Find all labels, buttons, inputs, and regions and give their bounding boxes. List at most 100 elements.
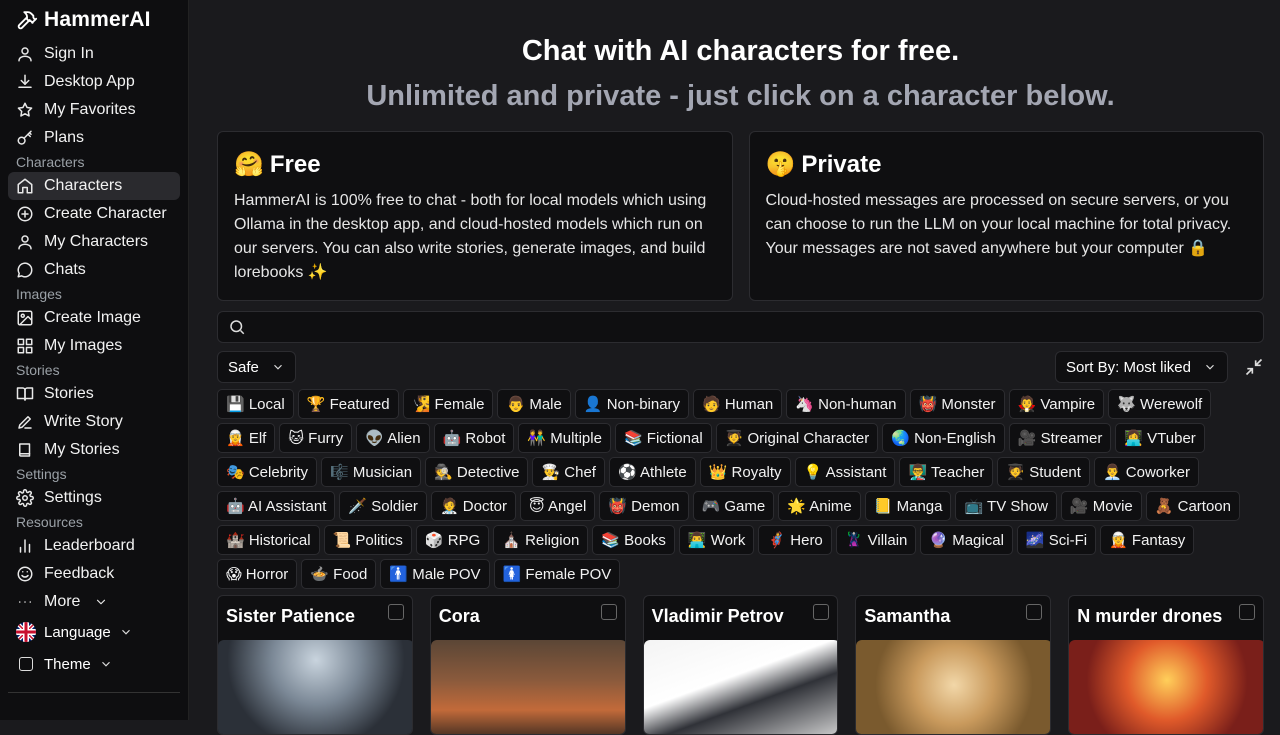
private-card-title: Private	[801, 150, 882, 178]
sidebar-item-settings[interactable]: Settings	[8, 484, 180, 512]
tag-chip[interactable]: 👹 Monster	[909, 389, 1005, 419]
character-select-checkbox[interactable]	[1238, 604, 1255, 620]
tag-chip[interactable]: 🎥 Movie	[1060, 491, 1142, 521]
character-select-checkbox[interactable]	[387, 604, 404, 620]
tag-chip[interactable]: 😇 Angel	[519, 491, 596, 521]
tag-chip[interactable]: 🗡️ Soldier	[339, 491, 427, 521]
tag-chip[interactable]: 🌟 Anime	[778, 491, 861, 521]
sidebar-item-write-story[interactable]: Write Story	[8, 408, 180, 436]
character-select-checkbox[interactable]	[1026, 604, 1043, 620]
language-label: Language	[44, 623, 111, 641]
tag-chip[interactable]: 🏰 Historical	[217, 525, 320, 555]
tag-chip[interactable]: 🎲 RPG	[415, 525, 490, 555]
tag-chip[interactable]: 🍲 Food	[301, 559, 377, 589]
tag-chip[interactable]: 👤 Non-binary	[574, 389, 690, 419]
sidebar-item-create-character[interactable]: Create Character	[8, 200, 180, 228]
tag-chip[interactable]: 🚺 Female POV	[493, 559, 621, 589]
tag-chip[interactable]: 📚 Books	[592, 525, 675, 555]
tag-chip[interactable]: 🧑 Human	[693, 389, 783, 419]
sidebar-item-plans[interactable]: Plans	[8, 124, 180, 152]
tag-chip[interactable]: 🎮 Game	[692, 491, 775, 521]
tag-chip[interactable]: 🧸 Cartoon	[1145, 491, 1240, 521]
tag-chip[interactable]: 👨‍💻 Work	[678, 525, 755, 555]
tag-chip[interactable]: 🌏 Non-English	[882, 423, 1005, 453]
language-selector[interactable]: Language	[8, 616, 180, 648]
tag-chip[interactable]: 🧛 Vampire	[1008, 389, 1105, 419]
tag-chip[interactable]: 👨 Male	[497, 389, 571, 419]
tag-chip[interactable]: 👑 Royalty	[699, 457, 791, 487]
tag-chip[interactable]: 📺 TV Show	[955, 491, 1057, 521]
tag-chip[interactable]: ⛪ Religion	[493, 525, 589, 555]
character-card[interactable]: Cora	[429, 595, 626, 735]
sidebar-item-my-characters[interactable]: My Characters	[8, 228, 180, 256]
tag-chip[interactable]: 👨‍💼 Coworker	[1093, 457, 1199, 487]
user-icon	[18, 47, 32, 62]
tag-chip[interactable]: 🕵️ Detective	[425, 457, 529, 487]
sidebar-item-my-favorites[interactable]: My Favorites	[8, 96, 180, 124]
character-select-checkbox[interactable]	[813, 604, 830, 620]
sidebar-item-label: My Images	[44, 337, 123, 354]
sidebar-item-leaderboard[interactable]: Leaderboard	[8, 532, 180, 560]
sidebar-item-sign-in[interactable]: Sign In	[8, 40, 180, 68]
tag-chip[interactable]: 🧝 Fantasy	[1100, 525, 1195, 555]
tag-chip[interactable]: 📒 Manga	[864, 491, 952, 521]
tag-chip[interactable]: 🎥 Streamer	[1008, 423, 1112, 453]
minimize-icon[interactable]	[1244, 357, 1264, 377]
tag-chip[interactable]: 🤖 AI Assistant	[217, 491, 336, 521]
tag-chip[interactable]: 💾 Local	[217, 389, 294, 419]
sidebar-item-label: Create Character	[44, 205, 167, 222]
tag-chip[interactable]: 🐱 Furry	[279, 423, 353, 453]
sidebar-item-feedback[interactable]: Feedback	[8, 560, 180, 588]
sidebar: HammerAI Sign In Desktop App My Favorites P…	[0, 0, 189, 720]
character-select-checkbox[interactable]	[600, 604, 617, 620]
tag-chip[interactable]: 🦹 Villain	[835, 525, 917, 555]
chevron-down-icon	[97, 599, 106, 605]
tag-chip[interactable]: 🧑‍⚕️ Doctor	[430, 491, 516, 521]
tag-chip[interactable]: 👨‍🏫 Teacher	[899, 457, 994, 487]
logo[interactable]: HammerAI	[8, 6, 180, 34]
tag-chip[interactable]: 🧝 Elf	[217, 423, 276, 453]
tag-chip[interactable]: 🚹 Male POV	[380, 559, 490, 589]
sidebar-item-my-images[interactable]: My Images	[8, 332, 180, 360]
tag-chip[interactable]: 🦄 Non-human	[786, 389, 906, 419]
tag-chip[interactable]: 🔮 Magical	[920, 525, 1013, 555]
character-card[interactable]: Sister Patience	[217, 595, 413, 735]
sidebar-item-desktop-app[interactable]: Desktop App	[8, 68, 180, 96]
theme-selector[interactable]: Theme	[8, 648, 180, 680]
tag-chip[interactable]: 🧑‍🎓 Student	[997, 457, 1090, 487]
tag-chip[interactable]: 👩‍💻 VTuber	[1115, 423, 1205, 453]
sidebar-item-chats[interactable]: Chats	[8, 256, 180, 284]
tag-chip[interactable]: 🐺 Werewolf	[1108, 389, 1212, 419]
tag-chip[interactable]: 🧑‍🎓 Original Character	[715, 423, 879, 453]
sidebar-item-characters[interactable]: Characters	[8, 172, 180, 200]
tag-chip[interactable]: 🎭 Celebrity	[217, 457, 318, 487]
search-bar[interactable]	[217, 311, 1264, 343]
sidebar-item-my-stories[interactable]: My Stories	[8, 436, 180, 464]
tag-chip[interactable]: ⚽ Athlete	[608, 457, 696, 487]
tag-chip[interactable]: 👫 Multiple	[518, 423, 611, 453]
sidebar-item-more[interactable]: More	[8, 588, 180, 616]
tag-chip[interactable]: 📚 Fictional	[614, 423, 712, 453]
tag-chip[interactable]: 👽 Alien	[356, 423, 430, 453]
sidebar-item-create-image[interactable]: Create Image	[8, 304, 180, 332]
tag-chip[interactable]: 👨‍🍳 Chef	[532, 457, 605, 487]
character-card[interactable]: Vladimir Petrov	[642, 595, 839, 735]
sidebar-item-label: Leaderboard	[44, 537, 135, 554]
safety-filter-dropdown[interactable]: Safe	[217, 351, 296, 383]
tag-chip[interactable]: 👹 Demon	[599, 491, 689, 521]
tag-chip[interactable]: 💡 Assistant	[794, 457, 896, 487]
tag-chip[interactable]: 🏆 Featured	[297, 389, 399, 419]
character-card[interactable]: Samantha	[855, 595, 1052, 735]
character-card[interactable]: N murder drones	[1068, 595, 1264, 735]
tag-chip[interactable]: 📜 Politics	[323, 525, 412, 555]
tag-chip[interactable]: 🎼 Musician	[321, 457, 422, 487]
search-input[interactable]	[254, 318, 1263, 336]
tag-chip[interactable]: 🌌 Sci-Fi	[1016, 525, 1097, 555]
sidebar-divider	[8, 692, 180, 693]
sidebar-item-stories[interactable]: Stories	[8, 380, 180, 408]
tag-chip[interactable]: 🦸 Hero	[758, 525, 832, 555]
sort-dropdown[interactable]: Sort By: Most liked	[1054, 351, 1228, 383]
tag-chip[interactable]: 🤖 Robot	[433, 423, 515, 453]
tag-chip[interactable]: 🧏 Female	[402, 389, 494, 419]
tag-chip[interactable]: 😱 Horror	[217, 559, 298, 589]
